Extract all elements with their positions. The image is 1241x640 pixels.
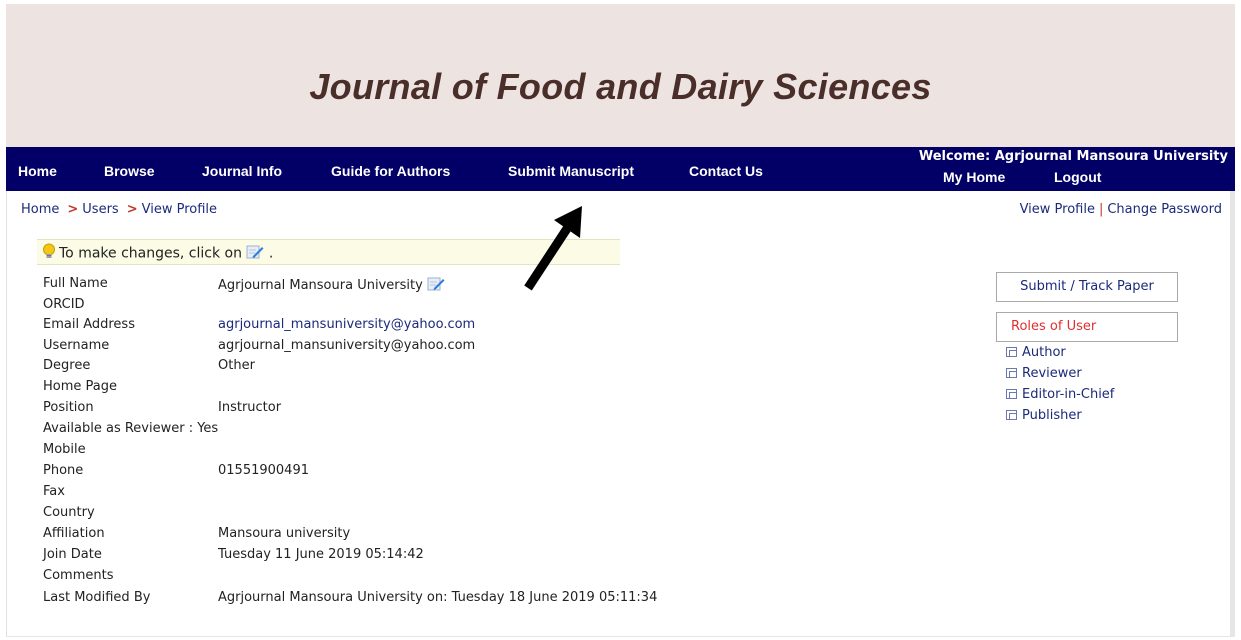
- window-icon: [1006, 388, 1017, 399]
- profile-label: Home Page: [43, 379, 117, 394]
- nav-home[interactable]: Home: [18, 163, 57, 179]
- profile-label: Position: [43, 400, 94, 415]
- breadcrumb-home[interactable]: Home: [21, 202, 59, 217]
- welcome-text: Welcome: Agrjournal Mansoura University: [918, 149, 1228, 164]
- roles-of-user-header: Roles of User: [996, 312, 1178, 342]
- nav-submit-manuscript[interactable]: Submit Manuscript: [508, 163, 634, 179]
- window-icon: [1006, 367, 1017, 378]
- profile-label: Available as Reviewer : Yes: [43, 421, 219, 436]
- profile-value: Agrjournal Mansoura University: [218, 276, 445, 295]
- main-navbar: Home Browse Journal Info Guide for Autho…: [6, 147, 1235, 191]
- role-publisher-link[interactable]: Publisher: [1006, 408, 1082, 423]
- profile-value: Tuesday 11 June 2019 05:14:42: [218, 547, 424, 562]
- profile-label: Mobile: [43, 442, 86, 457]
- window-icon: [1006, 409, 1017, 420]
- profile-label: Username: [43, 338, 110, 353]
- arrow-icon: [518, 204, 588, 298]
- profile-value: Instructor: [218, 400, 282, 415]
- nav-journal-info[interactable]: Journal Info: [202, 163, 282, 179]
- profile-value: agrjournal_mansuniversity@yahoo.com: [218, 338, 476, 353]
- nav-logout[interactable]: Logout: [1054, 169, 1101, 185]
- breadcrumb-separator: >: [67, 202, 79, 217]
- account-links: View Profile | Change Password: [1020, 202, 1222, 217]
- profile-label: Last Modified By: [43, 590, 151, 605]
- tip-text: To make changes, click on: [59, 245, 242, 262]
- nav-contact-us[interactable]: Contact Us: [689, 163, 763, 179]
- breadcrumb: Home > Users > View Profile: [21, 202, 217, 217]
- view-profile-link[interactable]: View Profile: [1020, 202, 1095, 217]
- nav-my-home[interactable]: My Home: [943, 169, 1005, 185]
- profile-label: Full Name: [43, 276, 108, 291]
- profile-label: Phone: [43, 463, 84, 478]
- breadcrumb-users[interactable]: Users: [82, 202, 118, 217]
- nav-browse[interactable]: Browse: [104, 163, 155, 179]
- submit-track-paper-button[interactable]: Submit / Track Paper: [996, 272, 1178, 302]
- change-password-link[interactable]: Change Password: [1107, 202, 1222, 217]
- journal-title: Journal of Food and Dairy Sciences: [309, 66, 932, 107]
- link-separator: |: [1098, 202, 1104, 217]
- profile-label: Affiliation: [43, 526, 105, 541]
- tip-end: .: [268, 245, 274, 262]
- email-link[interactable]: agrjournal_mansuniversity@yahoo.com: [218, 317, 475, 332]
- profile-value: Mansoura university: [218, 526, 351, 541]
- lightbulb-icon: [41, 243, 57, 264]
- breadcrumb-current: View Profile: [141, 202, 218, 217]
- edit-pencil-icon: [246, 244, 264, 263]
- role-author-link[interactable]: Author: [1006, 345, 1066, 360]
- profile-label: Fax: [43, 484, 65, 499]
- edit-pencil-icon[interactable]: [427, 276, 445, 295]
- profile-label: Comments: [43, 568, 114, 583]
- role-reviewer-link[interactable]: Reviewer: [1006, 366, 1082, 381]
- profile-label: ORCID: [43, 297, 85, 312]
- journal-banner: Journal of Food and Dairy Sciences: [6, 4, 1235, 147]
- breadcrumb-separator: >: [126, 202, 138, 217]
- profile-value: Agrjournal Mansoura University on: Tuesd…: [218, 590, 658, 605]
- nav-guide-for-authors[interactable]: Guide for Authors: [331, 163, 450, 179]
- profile-label: Country: [43, 505, 95, 520]
- profile-label: Email Address: [43, 317, 135, 332]
- role-editor-in-chief-link[interactable]: Editor-in-Chief: [1006, 387, 1114, 402]
- profile-value: 01551900491: [218, 463, 309, 478]
- profile-label: Join Date: [43, 547, 102, 562]
- profile-value: Other: [218, 358, 255, 373]
- window-icon: [1006, 346, 1017, 357]
- profile-label: Degree: [43, 358, 91, 373]
